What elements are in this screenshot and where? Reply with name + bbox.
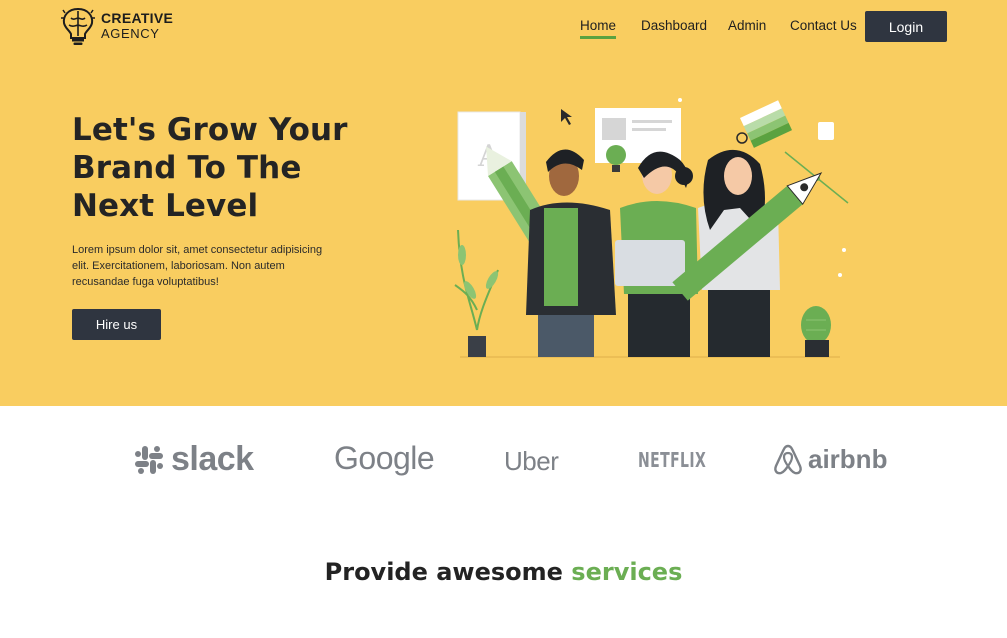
hero-description: Lorem ipsum dolor sit, amet consectetur … <box>72 244 323 288</box>
hero-title: Let's Grow Your Brand To The Next Level <box>72 112 348 224</box>
hire-us-button[interactable]: Hire us <box>72 309 161 340</box>
partner-slack: slack <box>133 440 254 479</box>
brand-wordmark: CREATIVE AGENCY <box>101 10 174 42</box>
nav-contact-us[interactable]: Contact Us <box>790 18 857 33</box>
creative-team-illustration: A <box>454 98 849 358</box>
nav-dashboard[interactable]: Dashboard <box>641 18 707 33</box>
partner-netflix-name: NETFLIX <box>638 448 707 472</box>
login-button[interactable]: Login <box>865 11 947 42</box>
slack-icon <box>135 445 163 474</box>
services-heading-prefix: Provide awesome <box>324 558 572 586</box>
partner-airbnb: airbnb <box>772 442 887 476</box>
partner-logos: slack Google Uber NETFLIX airbnb <box>0 430 1007 490</box>
partner-google: Google <box>334 440 435 477</box>
partner-airbnb-name: airbnb <box>808 443 888 474</box>
brand-logo[interactable]: CREATIVE AGENCY <box>60 6 173 46</box>
partner-uber: Uber <box>504 446 559 477</box>
airbnb-icon <box>774 444 802 475</box>
nav-home[interactable]: Home <box>580 18 616 39</box>
partner-netflix: NETFLIX <box>638 448 706 472</box>
nav-admin[interactable]: Admin <box>728 18 766 33</box>
hero-section: CREATIVE AGENCY Home Dashboard Admin Con… <box>0 0 1007 406</box>
services-heading: Provide awesome services <box>0 558 1007 586</box>
brain-bulb-icon <box>61 7 95 45</box>
partner-slack-name: slack <box>171 440 254 478</box>
services-heading-accent: services <box>571 558 683 586</box>
brand-line2: AGENCY <box>101 26 160 41</box>
partner-uber-name: Uber <box>504 446 559 476</box>
partner-google-name: Google <box>334 440 435 476</box>
brand-line1: CREATIVE <box>101 10 174 26</box>
